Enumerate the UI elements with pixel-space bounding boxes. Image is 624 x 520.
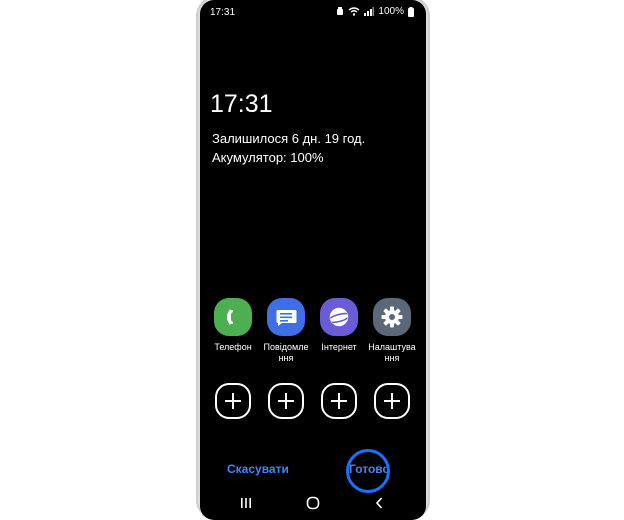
settings-icon	[373, 298, 411, 336]
messages-icon	[267, 298, 305, 336]
remaining-time-text: Залишилося 6 дн. 19 год.	[212, 131, 366, 146]
navigation-bar	[200, 490, 426, 520]
app-label: Повідомле ння	[263, 342, 309, 363]
back-icon[interactable]	[374, 496, 384, 510]
status-icons: 100%	[336, 6, 414, 17]
wifi-icon	[348, 7, 360, 16]
add-shortcut-button[interactable]	[215, 383, 251, 419]
plus-icon	[384, 393, 400, 409]
app-shortcut-phone[interactable]: Телефон	[207, 298, 259, 353]
plus-icon	[278, 393, 294, 409]
home-icon[interactable]	[306, 496, 320, 510]
add-shortcut-button[interactable]	[268, 383, 304, 419]
app-shortcut-settings[interactable]: Налаштува ння	[366, 298, 418, 364]
lockscreen-clock: 17:31	[210, 90, 273, 118]
signal-icon	[364, 7, 375, 16]
app-shortcut-messages[interactable]: Повідомле ння	[260, 298, 312, 364]
phone-screen: 17:31 100% 17:31 Залишилося 6 дн. 19 год…	[200, 0, 426, 520]
app-label: Інтернет	[321, 342, 357, 352]
alarm-icon	[337, 7, 344, 15]
app-label: Налаштува ння	[368, 342, 416, 363]
battery-status-text: Акумулятор: 100%	[212, 150, 324, 165]
battery-icon	[408, 6, 414, 17]
recent-apps-icon[interactable]	[240, 496, 252, 510]
plus-icon	[331, 393, 347, 409]
status-bar: 17:31 100%	[200, 0, 426, 22]
app-label: Телефон	[214, 342, 252, 352]
internet-icon	[320, 298, 358, 336]
cancel-button[interactable]: Скасувати	[227, 462, 289, 476]
plus-icon	[225, 393, 241, 409]
add-shortcut-button[interactable]	[374, 383, 410, 419]
status-time: 17:31	[210, 7, 236, 18]
battery-percent: 100%	[378, 6, 404, 17]
done-highlight-circle	[346, 449, 390, 493]
add-shortcut-button[interactable]	[321, 383, 357, 419]
phone-icon	[214, 298, 252, 336]
app-shortcut-internet[interactable]: Інтернет	[313, 298, 365, 353]
